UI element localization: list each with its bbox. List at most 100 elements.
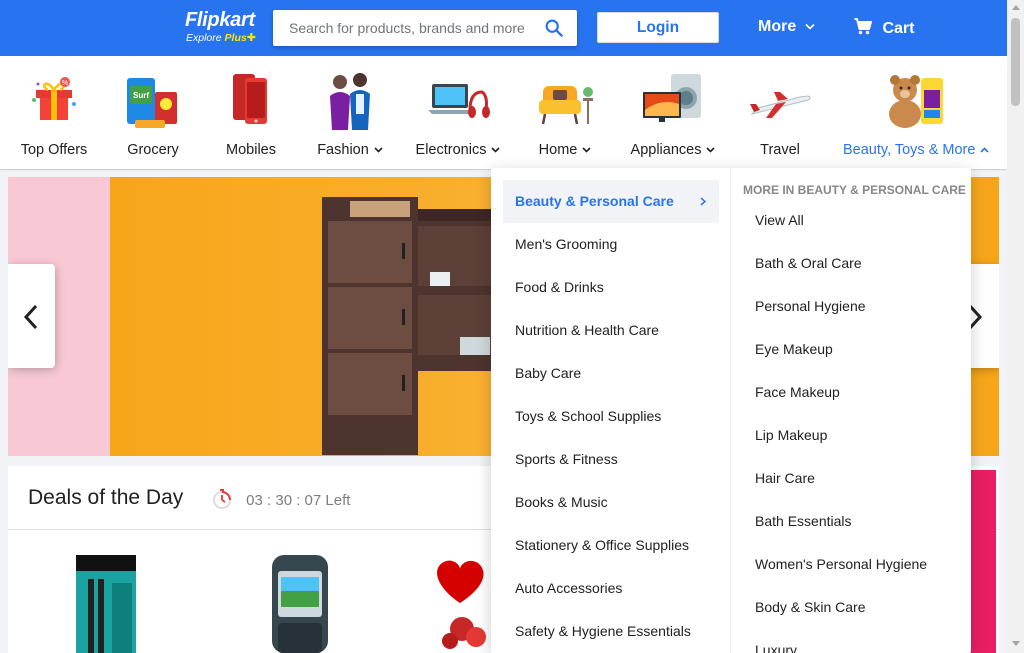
subcategory-eye-makeup[interactable]: Eye Makeup bbox=[755, 339, 833, 359]
chevron-down-icon bbox=[491, 147, 501, 153]
dropdown-category-label: Nutrition & Health Care bbox=[515, 322, 659, 338]
armchair-icon bbox=[533, 70, 597, 134]
chevron-down-icon bbox=[374, 147, 383, 153]
category-appliances[interactable]: Appliances bbox=[631, 70, 716, 158]
subcategory-womens-hygiene[interactable]: Women's Personal Hygiene bbox=[755, 554, 927, 574]
dropdown-category-beauty-personal-care[interactable]: Beauty & Personal Care bbox=[503, 180, 719, 223]
category-label: Travel bbox=[760, 142, 800, 158]
dropdown-category-label: Food & Drinks bbox=[515, 279, 604, 295]
scroll-up-arrow-icon[interactable] bbox=[1012, 5, 1020, 10]
dropdown-category-stationery[interactable]: Stationery & Office Supplies bbox=[503, 524, 719, 567]
subcategory-heading: MORE IN BEAUTY & PERSONAL CARE bbox=[743, 183, 966, 197]
svg-text:%: % bbox=[62, 80, 68, 87]
svg-text:Surf: Surf bbox=[133, 91, 149, 100]
subcategory-lip-makeup[interactable]: Lip Makeup bbox=[755, 425, 827, 445]
deal-item-eyeliner[interactable] bbox=[74, 553, 138, 653]
dropdown-category-label: Baby Care bbox=[515, 365, 582, 381]
search-box bbox=[273, 10, 577, 46]
dropdown-category-label: Books & Music bbox=[515, 494, 608, 510]
more-label: More bbox=[758, 18, 797, 35]
dropdown-category-label: Stationery & Office Supplies bbox=[515, 537, 690, 553]
chevron-right-icon bbox=[700, 197, 707, 206]
tagline-explore: Explore bbox=[186, 32, 222, 44]
subcategory-body-skin-care[interactable]: Body & Skin Care bbox=[755, 597, 866, 617]
grocery-icon: Surf bbox=[121, 70, 185, 134]
dropdown-category-books-music[interactable]: Books & Music bbox=[503, 481, 719, 524]
tagline-plus: Plus bbox=[224, 32, 247, 44]
category-label: Grocery bbox=[127, 142, 179, 158]
dropdown-main-categories: Beauty & Personal Care Men's Grooming Fo… bbox=[491, 168, 731, 653]
category-label: Mobiles bbox=[226, 142, 276, 158]
subcategory-luxury[interactable]: Luxury bbox=[755, 640, 797, 653]
dropdown-category-label: Beauty & Personal Care bbox=[515, 193, 674, 209]
category-label: Appliances bbox=[621, 142, 725, 158]
chevron-up-icon bbox=[980, 147, 990, 153]
subcategory-hair-care[interactable]: Hair Care bbox=[755, 468, 815, 488]
scroll-down-arrow-icon[interactable] bbox=[1012, 641, 1020, 646]
teddy-bear-icon bbox=[883, 70, 947, 134]
dropdown-category-label: Safety & Hygiene Essentials bbox=[515, 623, 691, 639]
flipkart-logo[interactable]: Flipkart Explore Plus✚ bbox=[185, 9, 256, 44]
carousel-prev-button[interactable] bbox=[8, 264, 55, 368]
tv-washing-machine-icon bbox=[641, 70, 705, 134]
dropdown-subcategories: MORE IN BEAUTY & PERSONAL CARE View All … bbox=[731, 168, 971, 653]
category-fashion[interactable]: Fashion bbox=[317, 70, 383, 158]
lakme-eyeliner-product-image bbox=[76, 555, 136, 653]
deal-promo-side-image[interactable] bbox=[968, 470, 996, 653]
brand-tagline: Explore Plus✚ bbox=[186, 31, 256, 44]
category-top-offers[interactable]: % Top Offers bbox=[21, 70, 87, 158]
cart-icon bbox=[854, 18, 872, 35]
subcategory-bath-oral-care[interactable]: Bath & Oral Care bbox=[755, 253, 862, 273]
dropdown-category-baby-care[interactable]: Baby Care bbox=[503, 352, 719, 395]
subcategory-view-all[interactable]: View All bbox=[755, 210, 804, 230]
more-menu[interactable]: More bbox=[758, 18, 815, 36]
search-input[interactable] bbox=[289, 18, 539, 38]
dropdown-category-mens-grooming[interactable]: Men's Grooming bbox=[503, 223, 719, 266]
deals-timer: 03 : 30 : 07 Left bbox=[212, 488, 350, 510]
fashion-models-icon bbox=[318, 70, 382, 134]
top-header: Flipkart Explore Plus✚ Login More Cart bbox=[0, 0, 1007, 56]
plus-icon: ✚ bbox=[246, 32, 256, 44]
dropdown-category-toys-school[interactable]: Toys & School Supplies bbox=[503, 395, 719, 438]
deal-item-feature-phone[interactable] bbox=[270, 553, 330, 653]
dropdown-category-label: Toys & School Supplies bbox=[515, 408, 662, 424]
category-mobiles[interactable]: Mobiles bbox=[219, 70, 283, 158]
dropdown-category-label: Sports & Fitness bbox=[515, 451, 618, 467]
laptop-headphones-icon bbox=[426, 70, 490, 134]
scrollbar-thumb[interactable] bbox=[1011, 18, 1020, 106]
subcategory-personal-hygiene[interactable]: Personal Hygiene bbox=[755, 296, 866, 316]
dropdown-category-food-drinks[interactable]: Food & Drinks bbox=[503, 266, 719, 309]
category-label: Electronics bbox=[406, 142, 510, 158]
subcategory-bath-essentials[interactable]: Bath Essentials bbox=[755, 511, 852, 531]
timer-text: 03 : 30 : 07 Left bbox=[246, 492, 351, 509]
chevron-down-icon bbox=[706, 147, 716, 153]
deal-item-heart-gift[interactable] bbox=[426, 553, 492, 653]
dropdown-category-label: Men's Grooming bbox=[515, 236, 618, 252]
clock-icon bbox=[213, 489, 231, 509]
cart-button[interactable]: Cart bbox=[854, 18, 914, 38]
subcategory-face-makeup[interactable]: Face Makeup bbox=[755, 382, 840, 402]
category-grocery[interactable]: Surf Grocery bbox=[121, 70, 185, 158]
search-icon[interactable] bbox=[545, 19, 563, 37]
category-electronics[interactable]: Electronics bbox=[416, 70, 501, 158]
login-button[interactable]: Login bbox=[597, 12, 719, 43]
category-label: Fashion bbox=[298, 142, 402, 158]
deals-title: Deals of the Day bbox=[28, 486, 184, 509]
heart-gift-product-image bbox=[437, 560, 486, 649]
dropdown-category-nutrition-health[interactable]: Nutrition & Health Care bbox=[503, 309, 719, 352]
feature-phone-product-image bbox=[272, 555, 328, 653]
category-home[interactable]: Home bbox=[533, 70, 597, 158]
page-scrollbar[interactable] bbox=[1007, 0, 1024, 653]
category-bar: % Top Offers Surf Grocery Mobiles Fashio… bbox=[0, 56, 1007, 169]
dropdown-category-label: Auto Accessories bbox=[515, 580, 623, 596]
dropdown-category-auto-accessories[interactable]: Auto Accessories bbox=[503, 567, 719, 610]
chevron-down-icon bbox=[805, 24, 815, 30]
chevron-down-icon bbox=[582, 147, 591, 153]
category-label: Top Offers bbox=[20, 142, 88, 158]
beauty-toys-more-dropdown: Beauty & Personal Care Men's Grooming Fo… bbox=[491, 168, 971, 653]
category-travel[interactable]: Travel bbox=[748, 70, 812, 158]
category-beauty-toys-more[interactable]: Beauty, Toys & More bbox=[843, 70, 990, 158]
cart-label: Cart bbox=[882, 20, 915, 37]
dropdown-category-sports-fitness[interactable]: Sports & Fitness bbox=[503, 438, 719, 481]
dropdown-category-safety-hygiene[interactable]: Safety & Hygiene Essentials bbox=[503, 610, 719, 653]
